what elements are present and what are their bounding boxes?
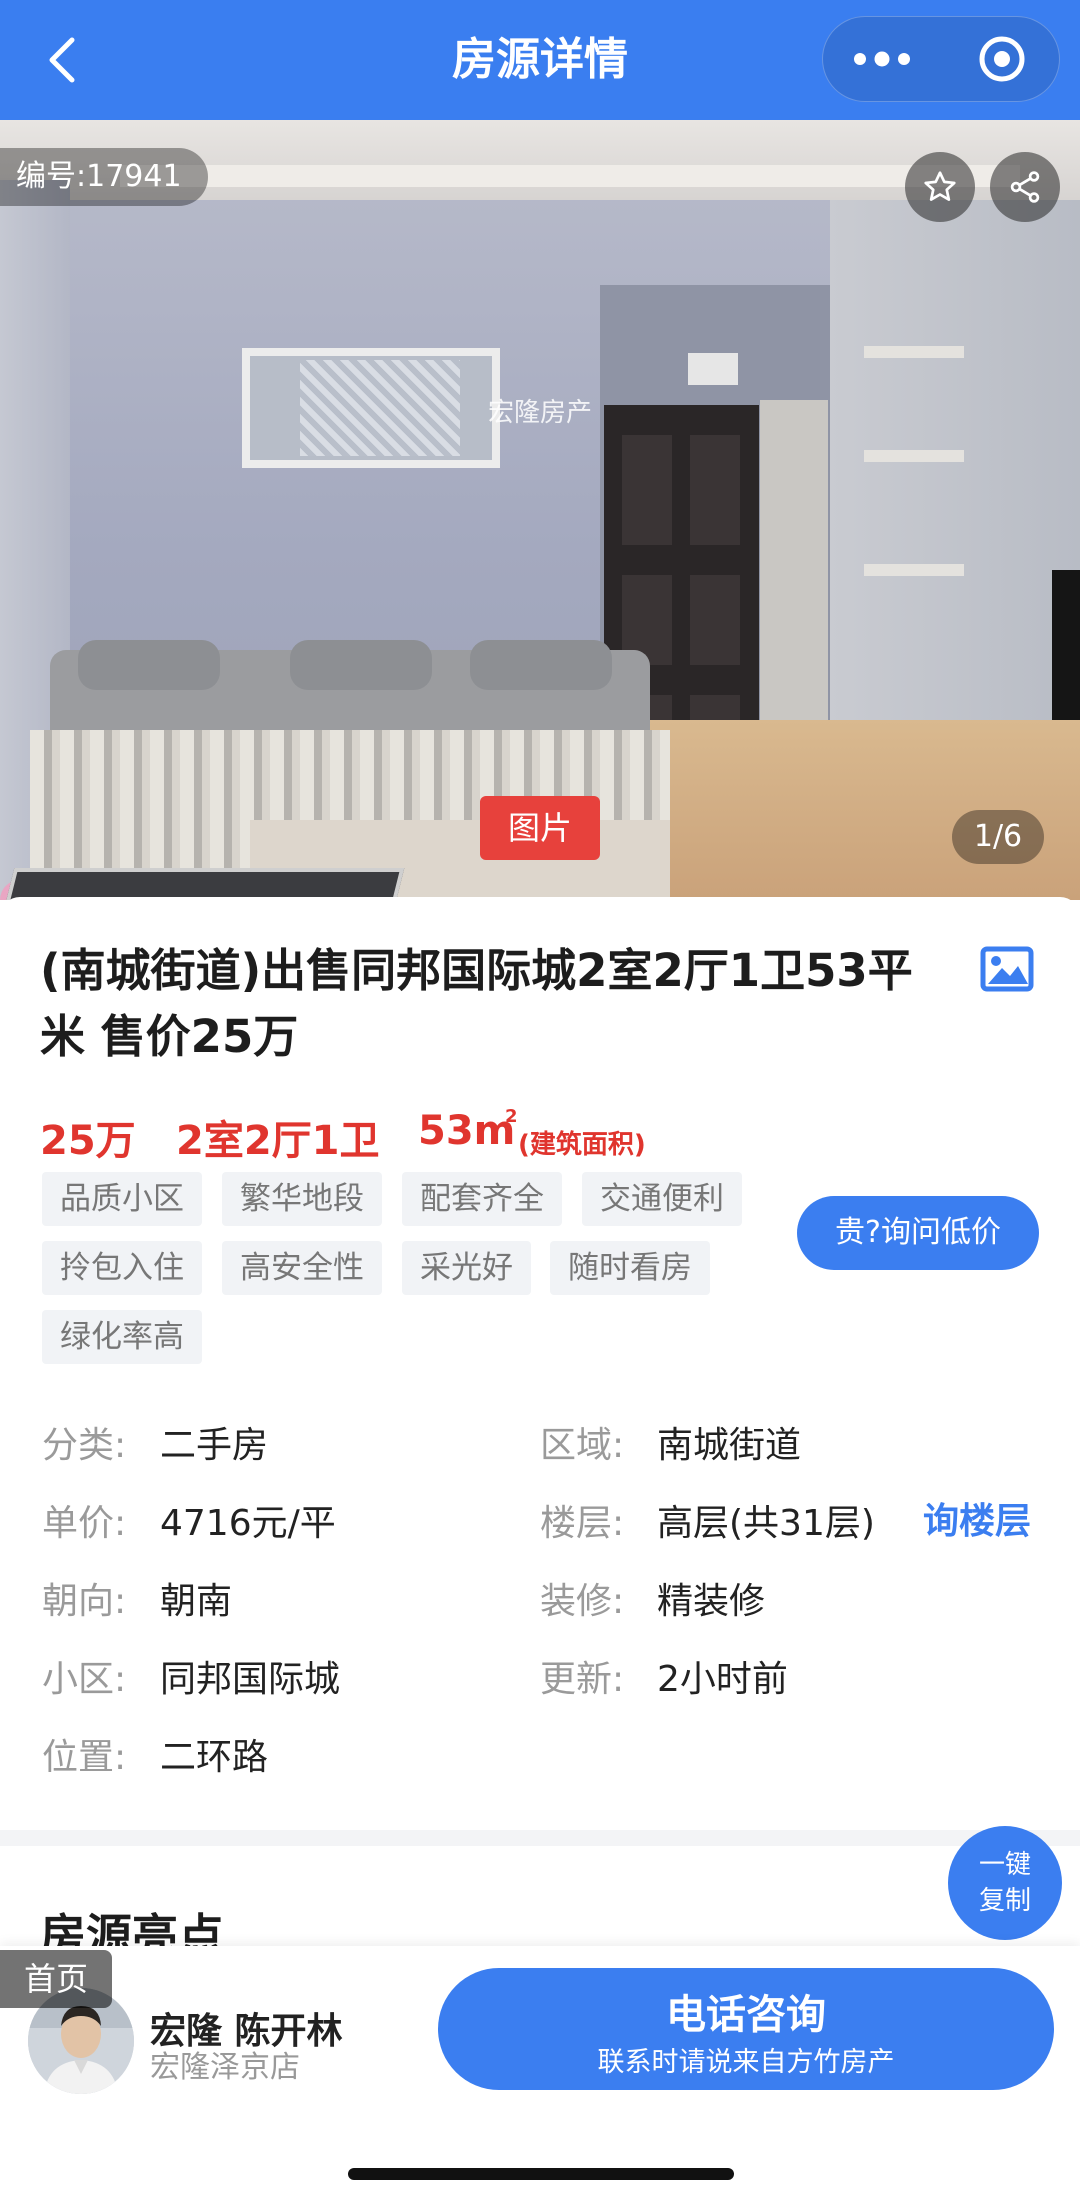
attr-community-label: 小区: [42,1659,127,1700]
image-gallery-icon [980,946,1034,992]
attr-orientation-value: 朝南 [160,1581,233,1622]
photo-watermark: 宏隆房产 [487,398,592,428]
listing-photo[interactable] [0,120,1080,900]
feature-tag: 交通便利 [582,1172,742,1226]
phone-consult-title: 电话咨询 [666,1992,826,2038]
share-icon [1010,171,1040,203]
ask-floor-link[interactable]: 询楼层 [923,1492,1031,1544]
attr-floor-label: 楼层: [540,1503,625,1544]
attr-floor-value: 高层(共31层) [657,1503,875,1544]
attr-location-label: 位置: [42,1737,127,1778]
share-button[interactable] [990,152,1060,222]
photo-category-tag[interactable]: 图片 [480,796,600,860]
photo-cushion [470,640,612,690]
home-indicator [348,2168,734,2180]
photo-cushion [290,640,432,690]
phone-consult-subtitle: 联系时请说来自方竹房产 [597,2047,895,2078]
attr-decoration-value: 精装修 [657,1581,766,1622]
phone-consult-button[interactable]: 电话咨询 联系时请说来自方竹房产 [438,1968,1054,2090]
photo-shelf [864,346,964,358]
attr-decoration-label: 装修: [540,1581,625,1622]
home-tab[interactable]: 首页 [0,1950,112,2008]
attr-community-value: 同邦国际城 [160,1659,341,1700]
favorite-button[interactable] [905,152,975,222]
feature-tag: 高安全性 [222,1241,382,1295]
close-miniprogram-button[interactable] [943,17,1061,101]
copy-label-line2: 复制 [978,1886,1031,1916]
target-close-icon [979,36,1025,82]
listing-title: (南城街道)出售同邦国际城2室2厅1卫53平米 售价25万 [40,944,913,1063]
photo-shelf [864,564,964,576]
feature-tag: 配套齐全 [402,1172,562,1226]
more-button[interactable] [823,17,941,101]
agent-store: 宏隆泽京店 [150,2050,300,2085]
area-value: 53m [418,1108,516,1154]
attr-unit-price-value: 4716元/平 [160,1503,336,1544]
more-dots-icon [854,51,910,67]
area-unit-superscript: 2 [505,1106,518,1127]
feature-tag: 繁华地段 [222,1172,382,1226]
attr-location-value: 二环路 [160,1737,269,1778]
ask-lower-price-button[interactable]: 贵?询问低价 [797,1196,1039,1270]
area-label: (建筑面积) [518,1130,646,1160]
room-layout: 2室2厅1卫 [176,1118,380,1164]
section-divider [0,1830,1080,1846]
attr-category-value: 二手房 [160,1425,269,1466]
photo-counter: 1/6 [952,810,1044,864]
copy-label-line1: 一键 [978,1850,1031,1880]
attr-updated-label: 更新: [540,1659,625,1700]
attr-orientation-label: 朝向: [42,1581,127,1622]
attr-unit-price-label: 单价: [42,1503,127,1544]
attr-district-value: 南城街道 [657,1425,802,1466]
feature-tag: 随时看房 [550,1241,710,1295]
attr-category-label: 分类: [42,1425,127,1466]
photo-cushion [78,640,220,690]
gallery-button[interactable] [980,946,1034,992]
feature-tag: 品质小区 [42,1172,202,1226]
attr-district-label: 区域: [540,1425,625,1466]
price: 25万 [40,1118,136,1164]
photo-vent [688,353,738,385]
photo-ceiling-band [120,165,1020,187]
feature-tag: 采光好 [402,1241,531,1295]
photo-coffee-table [0,868,405,900]
listing-id-badge: 编号:17941 [0,148,208,206]
photo-shelf [864,450,964,462]
attr-updated-value: 2小时前 [657,1659,788,1700]
one-click-copy-button[interactable]: 一键 复制 [948,1826,1062,1940]
feature-tag: 拎包入住 [42,1241,202,1295]
star-icon [924,171,956,201]
feature-tag: 绿化率高 [42,1310,202,1364]
mini-program-capsule [822,16,1060,102]
